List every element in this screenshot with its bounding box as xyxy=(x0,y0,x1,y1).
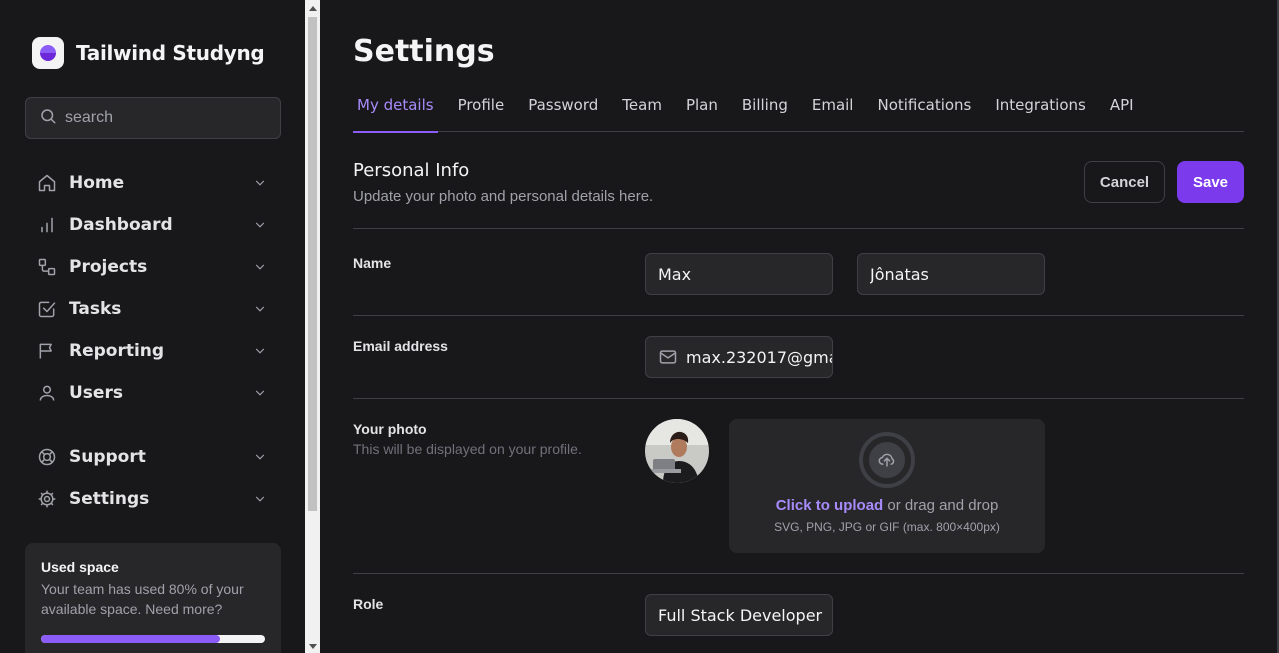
usage-card: Used space Your team has used 80% of you… xyxy=(25,543,281,653)
chevron-down-icon xyxy=(253,344,267,363)
nav-label: Projects xyxy=(69,257,148,277)
divider xyxy=(353,398,1244,399)
nav-item-reporting[interactable]: Reporting xyxy=(25,330,281,372)
tab-profile[interactable]: Profile xyxy=(454,90,509,132)
chevron-down-icon xyxy=(253,492,267,511)
tab-notifications[interactable]: Notifications xyxy=(873,90,975,132)
save-button[interactable]: Save xyxy=(1177,161,1244,203)
chevron-down-icon xyxy=(253,218,267,237)
role-label: Role xyxy=(353,596,384,612)
tab-password[interactable]: Password xyxy=(524,90,602,132)
photo-subtitle: This will be displayed on your profile. xyxy=(353,441,582,457)
divider xyxy=(353,315,1244,316)
nav-item-projects[interactable]: Projects xyxy=(25,246,281,288)
nav-item-support[interactable]: Support xyxy=(25,436,281,478)
tab-billing[interactable]: Billing xyxy=(738,90,792,132)
divider xyxy=(353,573,1244,574)
flag-icon xyxy=(37,341,57,361)
name-label: Name xyxy=(353,255,392,271)
email-input[interactable] xyxy=(686,347,832,367)
role-input[interactable] xyxy=(658,605,832,625)
usage-progress-bar xyxy=(41,635,265,643)
brand-name: Tailwind Studyng xyxy=(76,41,265,65)
tab-email[interactable]: Email xyxy=(808,90,858,132)
mail-icon xyxy=(658,347,678,367)
chevron-down-icon xyxy=(253,450,267,469)
nav-item-users[interactable]: Users xyxy=(25,372,281,414)
upload-icon-ring xyxy=(863,436,911,484)
home-icon xyxy=(37,173,57,193)
scroll-up-arrow-icon[interactable] xyxy=(309,6,317,11)
projects-icon xyxy=(37,257,57,277)
logo-icon xyxy=(32,37,64,69)
lifebuoy-icon xyxy=(37,447,57,467)
chevron-down-icon xyxy=(253,260,267,279)
scroll-down-arrow-icon[interactable] xyxy=(309,644,317,649)
cloud-upload-icon xyxy=(877,450,897,470)
gear-icon xyxy=(37,489,57,509)
click-to-upload-link[interactable]: Click to upload xyxy=(776,497,884,514)
search-icon xyxy=(39,107,57,130)
chevron-down-icon xyxy=(253,302,267,321)
nav-label: Settings xyxy=(69,489,150,509)
upload-text-rest: or drag and drop xyxy=(883,497,999,514)
search-box[interactable] xyxy=(25,97,281,139)
avatar xyxy=(645,419,709,483)
photo-label: Your photo xyxy=(353,421,427,437)
user-icon xyxy=(37,383,57,403)
nav-label: Dashboard xyxy=(69,215,173,235)
chevron-down-icon xyxy=(253,386,267,405)
tab-api[interactable]: API xyxy=(1106,90,1138,132)
upload-text: Click to upload or drag and drop xyxy=(729,497,1045,514)
tab-plan[interactable]: Plan xyxy=(682,90,722,132)
tab-integrations[interactable]: Integrations xyxy=(991,90,1089,132)
chevron-down-icon xyxy=(253,176,267,195)
upload-hint: SVG, PNG, JPG or GIF (max. 800×400px) xyxy=(774,520,1000,534)
sidebar-scrollbar[interactable] xyxy=(305,0,320,653)
role-field[interactable] xyxy=(645,594,833,636)
page-title: Settings xyxy=(353,34,495,69)
secondary-nav: Support Settings xyxy=(25,436,281,520)
scrollbar-thumb[interactable] xyxy=(308,17,317,511)
tab-my-details[interactable]: My details xyxy=(353,90,438,133)
nav-label: Tasks xyxy=(69,299,122,319)
first-name-field[interactable] xyxy=(645,253,833,295)
section-subtitle: Update your photo and personal details h… xyxy=(353,188,654,205)
check-square-icon xyxy=(37,299,57,319)
nav-item-tasks[interactable]: Tasks xyxy=(25,288,281,330)
bar-chart-icon xyxy=(37,215,57,235)
main-content: Settings My details Profile Password Tea… xyxy=(320,0,1279,653)
nav-item-dashboard[interactable]: Dashboard xyxy=(25,204,281,246)
divider xyxy=(353,228,1244,229)
usage-text: Your team has used 80% of your available… xyxy=(41,581,244,617)
usage-title: Used space xyxy=(41,559,119,575)
settings-tabs: My details Profile Password Team Plan Bi… xyxy=(353,90,1244,133)
primary-nav: Home Dashboard Projects Tasks Reporting xyxy=(25,162,281,414)
upload-dropzone[interactable]: Click to upload or drag and drop SVG, PN… xyxy=(729,419,1045,553)
nav-label: Home xyxy=(69,173,125,193)
email-field[interactable] xyxy=(645,336,833,378)
sidebar: Tailwind Studyng Home Dashboard Projects xyxy=(0,0,305,653)
usage-progress-fill xyxy=(41,635,221,643)
nav-label: Support xyxy=(69,447,146,467)
tab-team[interactable]: Team xyxy=(618,90,666,132)
first-name-input[interactable] xyxy=(658,264,832,284)
nav-label: Users xyxy=(69,383,123,403)
nav-item-settings[interactable]: Settings xyxy=(25,478,281,520)
nav-label: Reporting xyxy=(69,341,165,361)
section-title: Personal Info xyxy=(353,160,470,181)
last-name-field[interactable] xyxy=(857,253,1045,295)
email-label: Email address xyxy=(353,338,448,354)
nav-item-home[interactable]: Home xyxy=(25,162,281,204)
search-input[interactable] xyxy=(65,109,265,127)
brand[interactable]: Tailwind Studyng xyxy=(32,37,265,69)
last-name-input[interactable] xyxy=(870,264,1044,284)
cancel-button[interactable]: Cancel xyxy=(1084,161,1165,203)
